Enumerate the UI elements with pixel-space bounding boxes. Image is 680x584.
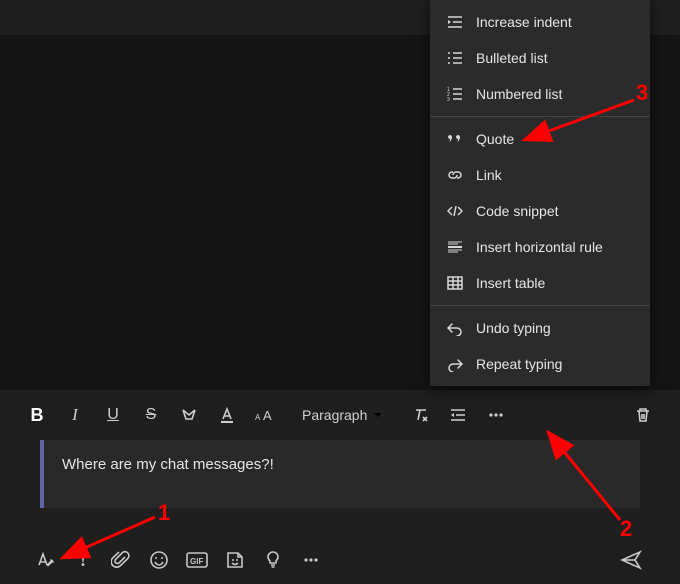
message-text: Where are my chat messages?! xyxy=(62,456,274,473)
svg-text:A: A xyxy=(255,413,261,422)
format-button[interactable] xyxy=(28,543,62,577)
delete-button[interactable] xyxy=(626,398,660,432)
gif-button[interactable]: GIF xyxy=(180,543,214,577)
menu-bulleted-list[interactable]: Bulleted list xyxy=(430,40,650,76)
format-context-menu: Increase indent Bulleted list 123 Number… xyxy=(430,0,650,386)
menu-label: Insert horizontal rule xyxy=(476,239,603,255)
compose-bottom-toolbar: ! GIF xyxy=(0,536,680,584)
undo-icon xyxy=(444,320,466,336)
font-size-button[interactable]: AA xyxy=(248,398,282,432)
menu-increase-indent[interactable]: Increase indent xyxy=(430,4,650,40)
numbered-list-icon: 123 xyxy=(444,86,466,102)
menu-label: Insert table xyxy=(476,275,545,291)
decrease-indent-button[interactable] xyxy=(441,398,475,432)
message-input[interactable]: Where are my chat messages?! xyxy=(40,440,640,508)
italic-button[interactable]: I xyxy=(58,398,92,432)
bulleted-list-icon xyxy=(444,50,466,66)
message-compose-area: B I U S AA Paragraph xyxy=(0,390,680,584)
praise-button[interactable] xyxy=(256,543,290,577)
menu-insert-table[interactable]: Insert table xyxy=(430,265,650,301)
send-button[interactable] xyxy=(614,543,648,577)
link-icon xyxy=(444,167,466,183)
table-icon xyxy=(444,275,466,291)
menu-separator xyxy=(430,305,650,306)
underline-button[interactable]: U xyxy=(96,398,130,432)
more-apps-button[interactable] xyxy=(294,543,328,577)
more-options-button[interactable] xyxy=(479,398,513,432)
menu-label: Link xyxy=(476,167,502,183)
emoji-button[interactable] xyxy=(142,543,176,577)
menu-quote[interactable]: Quote xyxy=(430,121,650,157)
bold-button[interactable]: B xyxy=(20,398,54,432)
strikethrough-button[interactable]: S xyxy=(134,398,168,432)
attach-button[interactable] xyxy=(104,543,138,577)
menu-separator xyxy=(430,116,650,117)
format-toolbar: B I U S AA Paragraph xyxy=(0,390,680,440)
paragraph-label: Paragraph xyxy=(302,407,367,423)
code-icon xyxy=(444,203,466,219)
menu-label: Increase indent xyxy=(476,14,572,30)
svg-text:GIF: GIF xyxy=(190,557,203,566)
menu-redo[interactable]: Repeat typing xyxy=(430,346,650,382)
highlight-button[interactable] xyxy=(172,398,206,432)
menu-horizontal-rule[interactable]: Insert horizontal rule xyxy=(430,229,650,265)
redo-icon xyxy=(444,356,466,372)
menu-label: Bulleted list xyxy=(476,50,548,66)
menu-numbered-list[interactable]: 123 Numbered list xyxy=(430,76,650,112)
sticker-button[interactable] xyxy=(218,543,252,577)
quote-icon xyxy=(444,131,466,147)
svg-text:3: 3 xyxy=(447,97,450,102)
menu-label: Numbered list xyxy=(476,86,562,102)
menu-label: Repeat typing xyxy=(476,356,562,372)
menu-link[interactable]: Link xyxy=(430,157,650,193)
paragraph-style-dropdown[interactable]: Paragraph xyxy=(294,398,391,432)
chevron-down-icon xyxy=(373,407,383,423)
menu-label: Quote xyxy=(476,131,514,147)
clear-formatting-button[interactable] xyxy=(403,398,437,432)
font-color-button[interactable] xyxy=(210,398,244,432)
menu-undo[interactable]: Undo typing xyxy=(430,310,650,346)
menu-code-snippet[interactable]: Code snippet xyxy=(430,193,650,229)
indent-increase-icon xyxy=(444,14,466,30)
horizontal-rule-icon xyxy=(444,239,466,255)
svg-text:A: A xyxy=(263,408,272,423)
menu-label: Undo typing xyxy=(476,320,551,336)
menu-label: Code snippet xyxy=(476,203,559,219)
set-delivery-options-button[interactable]: ! xyxy=(66,543,100,577)
